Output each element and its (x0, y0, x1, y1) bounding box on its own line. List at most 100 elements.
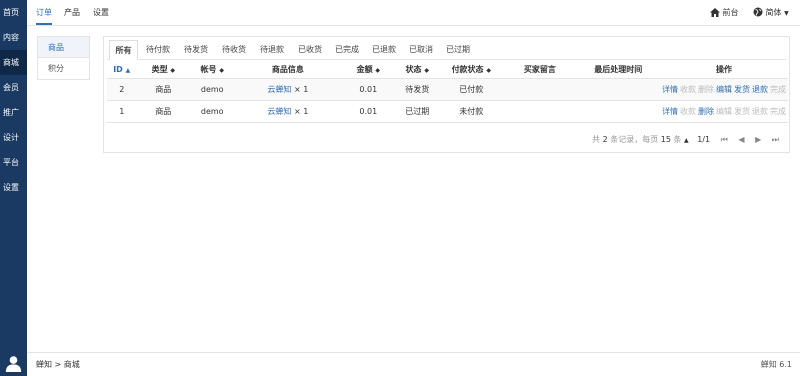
prev-page-icon[interactable]: ◀ (738, 135, 744, 144)
cell-product: 云蝉知 × 1 (234, 78, 342, 101)
status-tab-to-ship[interactable]: 待发货 (178, 40, 214, 60)
col-amount-header[interactable]: 金额 ◆ (341, 62, 396, 79)
cell-amount: 0.01 (341, 100, 396, 123)
version-label[interactable]: 蝉知 6.1 (761, 359, 792, 370)
nav-item-design[interactable]: 设计 (0, 125, 27, 150)
cell-pay-status: 已付款 (439, 78, 504, 101)
col-status-label: 状态 (405, 65, 422, 75)
col-id-label: ID (113, 65, 123, 75)
col-pay-status-header[interactable]: 付款状态 ◆ (439, 62, 504, 79)
caret-up-icon: ▲ (684, 137, 689, 144)
status-tab-refunded[interactable]: 已退款 (366, 40, 402, 60)
op-collect-button: 收款 (680, 106, 696, 116)
status-tab-all[interactable]: 所有 (109, 40, 138, 60)
col-account-header[interactable]: 帐号 ◆ (190, 62, 235, 79)
col-message-header: 买家留言 (503, 62, 577, 79)
globe-icon (753, 7, 763, 17)
col-type-header[interactable]: 类型 ◆ (136, 62, 191, 79)
cell-message (503, 100, 577, 123)
status-tab-unpaid[interactable]: 待付款 (140, 40, 176, 60)
col-message-label: 买家留言 (523, 65, 556, 75)
col-last-time-header: 最后处理时间 (576, 62, 660, 79)
col-amount-label: 金额 (356, 65, 373, 75)
col-product-label: 商品信息 (271, 65, 304, 75)
product-qty: × 1 (293, 106, 309, 116)
status-tab-cancelled[interactable]: 已取消 (403, 40, 439, 60)
sort-icon: ◆ (424, 67, 429, 75)
op-edit-button[interactable]: 编辑 (716, 85, 732, 94)
op-ship-button: 发货 (734, 106, 750, 116)
nav-item-content[interactable]: 内容 (0, 25, 27, 50)
op-details-button[interactable]: 详情 (662, 107, 678, 116)
nav-item-shop[interactable]: 商城 (0, 50, 27, 75)
first-page-icon[interactable]: ⏮ (721, 135, 728, 144)
next-page-icon[interactable]: ▶ (755, 135, 761, 144)
status-tab-expired[interactable]: 已过期 (440, 40, 476, 60)
col-last-time-label: 最后处理时间 (594, 65, 643, 75)
subnav-item-products[interactable]: 商品 (38, 37, 89, 58)
col-status-header[interactable]: 状态 ◆ (395, 62, 440, 79)
op-refund-button[interactable]: 退款 (752, 85, 768, 94)
tab-orders[interactable]: 订单 (36, 0, 52, 25)
cell-status: 待发货 (395, 78, 440, 101)
sort-icon: ◆ (219, 67, 224, 75)
sort-icon: ◆ (375, 67, 381, 75)
nav-item-platform[interactable]: 平台 (0, 150, 27, 175)
cell-amount: 0.01 (341, 78, 396, 101)
orders-panel: 所有 待付款 待发货 待收货 待退款 已收货 已完成 已退款 已取消 已过期 I… (103, 36, 790, 153)
table-header-row: ID ▲ 类型 ◆ 帐号 ◆ 商品信息 金额 ◆ 状态 ◆ 付款状态 ◆ 买家留… (107, 62, 788, 79)
col-product-header: 商品信息 (234, 62, 342, 79)
home-icon (710, 8, 720, 17)
status-tab-completed[interactable]: 已完成 (329, 40, 365, 60)
last-page-icon[interactable]: ⏭ (772, 135, 779, 144)
nav-item-home[interactable]: 首页 (0, 0, 27, 25)
cell-status: 已过期 (395, 100, 440, 123)
nav-item-settings[interactable]: 设置 (0, 175, 27, 200)
cell-ops: 详情 收款 删除 编辑 发货 退款 完成 (659, 100, 788, 123)
subnav-item-points[interactable]: 积分 (38, 58, 89, 79)
op-details-button[interactable]: 详情 (662, 85, 678, 94)
user-icon[interactable] (5, 355, 22, 372)
op-edit-button: 编辑 (716, 106, 732, 116)
left-nav: 首页 内容 商城 会员 推广 设计 平台 设置 (0, 0, 27, 376)
pager-total-suffix: 条记录，每页 (610, 135, 659, 144)
product-qty: × 1 (293, 84, 309, 94)
status-tab-to-receive[interactable]: 待收货 (216, 40, 252, 60)
top-bar: 订单 产品 设置 前台 简体 ▼ (27, 0, 800, 26)
op-collect-button: 收款 (680, 84, 696, 94)
op-complete-button: 完成 (770, 84, 786, 94)
pagination: 共 2 条记录，每页 15 条 ▲ 1/1 ⏮ ◀ ▶ ⏭ (592, 134, 779, 146)
nav-item-promotion[interactable]: 推广 (0, 100, 27, 125)
tab-settings[interactable]: 设置 (93, 0, 109, 25)
product-link[interactable]: 云蝉知 (267, 107, 291, 116)
col-ops-label: 操作 (715, 65, 732, 75)
sub-nav: 商品 积分 (37, 36, 90, 80)
pager-per-page-suffix: 条 (673, 135, 682, 144)
op-delete-button[interactable]: 删除 (698, 107, 714, 116)
status-tabs: 所有 待付款 待发货 待收货 待退款 已收货 已完成 已退款 已取消 已过期 (107, 40, 786, 60)
language-dropdown[interactable]: 简体 ▼ (753, 0, 789, 25)
status-tab-received[interactable]: 已收货 (292, 40, 328, 60)
sort-icon: ◆ (170, 67, 176, 75)
op-complete-button: 完成 (770, 106, 786, 116)
col-account-label: 帐号 (200, 65, 217, 75)
cell-type: 商品 (136, 100, 191, 123)
op-ship-button[interactable]: 发货 (734, 85, 750, 94)
nav-item-members[interactable]: 会员 (0, 75, 27, 100)
tab-products[interactable]: 产品 (64, 0, 80, 25)
frontend-label: 前台 (722, 8, 739, 17)
product-link[interactable]: 云蝉知 (267, 85, 291, 94)
pager-page: 1/1 (697, 135, 711, 144)
breadcrumb-current[interactable]: 商城 (64, 360, 80, 369)
pager-total-prefix: 共 (592, 135, 601, 144)
op-refund-button: 退款 (752, 106, 768, 116)
status-tab-to-refund[interactable]: 待退款 (254, 40, 290, 60)
breadcrumb-root[interactable]: 蝉知 (36, 360, 52, 369)
col-type-label: 类型 (151, 65, 168, 75)
cell-account: demo (190, 100, 235, 123)
pager-total: 2 (602, 135, 608, 144)
pager-per-page[interactable]: 15 (661, 135, 671, 144)
caret-down-icon: ▼ (784, 10, 789, 17)
frontend-link[interactable]: 前台 (710, 0, 739, 25)
col-id-header[interactable]: ID ▲ (107, 62, 137, 79)
